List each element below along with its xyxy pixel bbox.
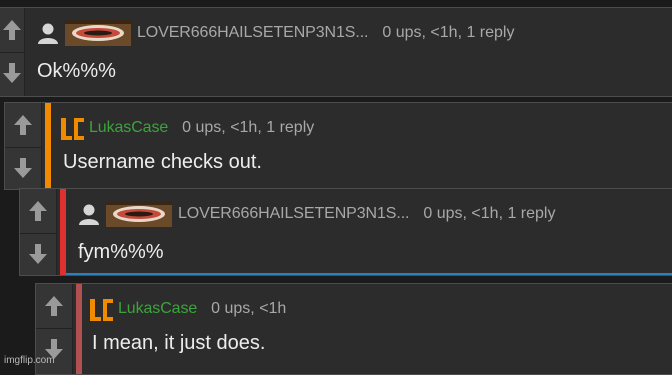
comment-body: I mean, it just does. [92,332,266,354]
comment-meta: 0 ups, <1h [211,300,287,317]
upvote-button[interactable] [20,191,56,231]
comment-meta: 0 ups, <1h, 1 reply [423,205,556,222]
comment-body: Username checks out. [63,151,262,173]
up-arrow-icon [14,115,32,135]
down-arrow-icon [14,158,32,178]
thread-accent-bar [60,189,66,275]
up-arrow-icon [29,201,47,221]
down-arrow-icon [29,244,47,264]
down-arrow-icon [2,63,21,83]
comment-meta: 0 ups, <1h, 1 reply [182,119,315,136]
downvote-button[interactable] [0,52,24,93]
comment-header: LukasCase 0 ups, <1h, 1 reply [59,114,315,142]
lc-logo-icon[interactable] [88,295,114,323]
username-link[interactable]: LOVER666HAILSETENP3N1S... [137,24,368,42]
username-link[interactable]: LOVER666HAILSETENP3N1S... [178,205,409,223]
upvote-button[interactable] [0,10,24,50]
lc-logo-icon[interactable] [59,114,85,142]
up-arrow-icon [45,296,63,316]
vote-column [20,189,57,275]
vote-column [0,8,25,96]
downvote-button[interactable] [5,147,41,188]
comment-body: Ok%%% [37,60,116,82]
downvote-button[interactable] [20,233,56,274]
user-thumbnail[interactable] [65,20,131,46]
reply-underline [66,273,672,275]
comment: LukasCase 0 ups, <1h, 1 reply Username c… [4,102,672,190]
comment: LOVER666HAILSETENP3N1S... 0 ups, <1h, 1 … [0,7,672,97]
username-link[interactable]: LukasCase [118,300,197,318]
thread-accent-bar [76,284,82,374]
thread-accent-bar [45,103,51,189]
vote-column [5,103,42,189]
comment-header: LOVER666HAILSETENP3N1S... 0 ups, <1h, 1 … [37,20,515,46]
comment-meta: 0 ups, <1h, 1 reply [382,24,515,41]
upvote-button[interactable] [5,105,41,145]
watermark: imgflip.com [4,355,55,366]
comment: LukasCase 0 ups, <1h I mean, it just doe… [35,283,672,375]
comment-header: LukasCase 0 ups, <1h [88,295,287,323]
comment: LOVER666HAILSETENP3N1S... 0 ups, <1h, 1 … [19,188,672,276]
upvote-button[interactable] [36,286,72,326]
comment-body: fym%%% [78,241,164,263]
user-avatar-icon[interactable] [37,22,59,44]
user-avatar-icon[interactable] [78,203,100,225]
comment-header: LOVER666HAILSETENP3N1S... 0 ups, <1h, 1 … [78,201,556,227]
up-arrow-icon [2,20,21,40]
username-link[interactable]: LukasCase [89,119,168,137]
user-thumbnail[interactable] [106,201,172,227]
